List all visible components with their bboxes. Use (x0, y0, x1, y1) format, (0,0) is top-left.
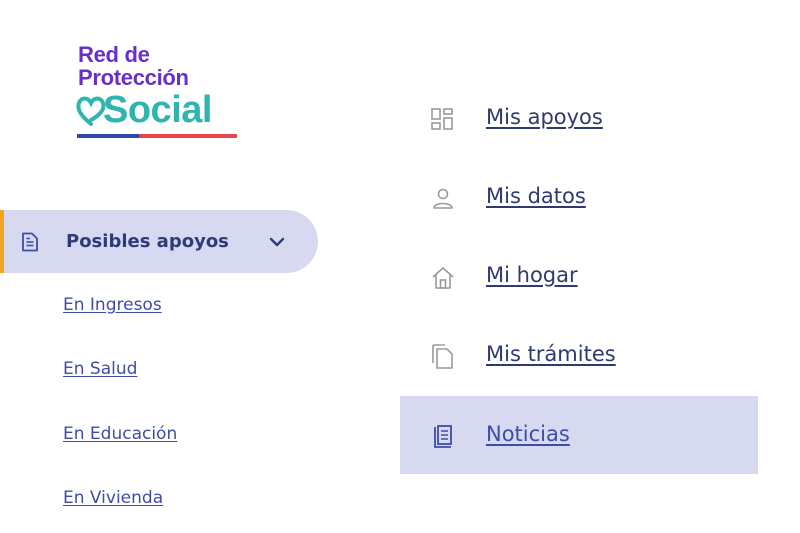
nav-item-mis-apoyos[interactable]: Mis apoyos (400, 79, 758, 157)
home-icon (432, 267, 454, 289)
nav-item-label[interactable]: Noticias (486, 420, 570, 448)
newspaper-icon (434, 425, 452, 448)
nav-item-mi-hogar[interactable]: Mi hogar (400, 237, 758, 315)
nav-item-label[interactable]: Mis trámites (486, 340, 616, 368)
submenu-link-salud[interactable]: En Salud (63, 358, 137, 380)
document-icon (22, 232, 38, 252)
menu-item-label: Posibles apoyos (66, 231, 229, 252)
submenu-link-vivienda[interactable]: En Vivienda (63, 487, 163, 509)
user-icon (433, 188, 453, 209)
menu-item-posibles-apoyos[interactable]: Posibles apoyos (0, 210, 318, 273)
nav-item-mis-datos[interactable]: Mis datos (400, 158, 758, 236)
nav-item-label[interactable]: Mis apoyos (486, 103, 603, 131)
brand-logo[interactable]: Red de Protección Social (76, 44, 246, 144)
logo-underline (77, 134, 237, 138)
nav-item-label[interactable]: Mi hogar (486, 261, 578, 289)
heart-icon (76, 96, 106, 126)
logo-text-line1: Red de (78, 42, 150, 67)
grid-icon (431, 108, 453, 130)
logo-social: Social (76, 88, 241, 140)
submenu-link-educacion[interactable]: En Educación (63, 423, 177, 445)
nav-item-mis-tramites[interactable]: Mis trámites (400, 316, 758, 394)
logo-text-line2: Protección (78, 65, 189, 90)
chevron-down-icon[interactable] (267, 232, 287, 252)
logo-text-line3: Social (103, 89, 212, 131)
active-accent-bar (0, 210, 4, 273)
nav-item-noticias[interactable]: Noticias (400, 396, 758, 474)
nav-item-label[interactable]: Mis datos (486, 182, 586, 210)
submenu-link-ingresos[interactable]: En Ingresos (63, 294, 162, 316)
files-icon (432, 344, 453, 369)
